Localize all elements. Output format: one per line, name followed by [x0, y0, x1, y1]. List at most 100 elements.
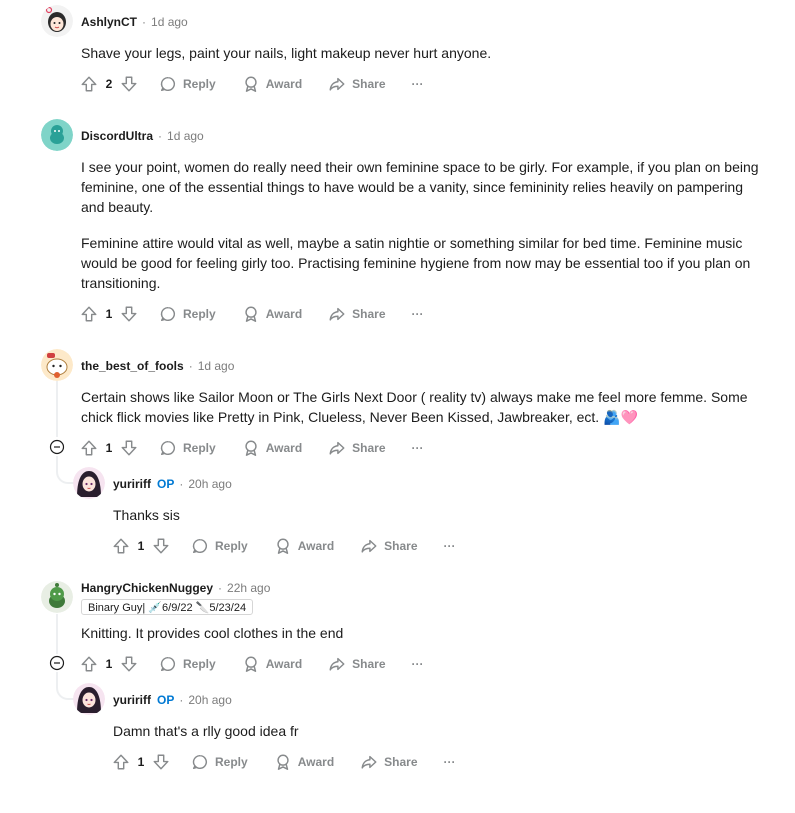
thread-line [56, 614, 58, 654]
reply-button[interactable]: Reply [191, 753, 248, 771]
collapse-thread-button[interactable] [49, 439, 65, 455]
reply-label: Reply [215, 755, 248, 769]
more-icon: ··· [443, 755, 456, 769]
comment-paragraph: Knitting. It provides cool clothes in th… [81, 625, 344, 641]
share-button[interactable]: Share [328, 655, 386, 673]
downvote-icon[interactable] [119, 74, 139, 94]
comment-paragraph: Thanks sis [113, 507, 180, 523]
reply-label: Reply [183, 441, 216, 455]
comment-paragraph: Shave your legs, paint your nails, light… [81, 45, 492, 61]
reply-label: Reply [183, 307, 216, 321]
timestamp[interactable]: 20h ago [188, 477, 231, 491]
downvote-icon[interactable] [151, 536, 171, 556]
share-icon [329, 307, 345, 321]
more-options-button[interactable]: ··· [412, 441, 424, 455]
downvote-icon[interactable] [119, 438, 139, 458]
avatar[interactable] [41, 5, 73, 37]
reply-button[interactable]: Reply [159, 439, 216, 457]
separator-dot: · [188, 359, 193, 373]
avatar[interactable] [41, 119, 73, 151]
more-options-button[interactable]: ··· [444, 755, 456, 769]
reply-button[interactable]: Reply [159, 305, 216, 323]
comment-body: Shave your legs, paint your nails, light… [81, 43, 761, 63]
share-label: Share [352, 657, 386, 671]
timestamp[interactable]: 22h ago [227, 581, 270, 595]
reply-button[interactable]: Reply [191, 537, 248, 555]
username[interactable]: yuririff [113, 693, 151, 707]
separator-dot: · [142, 15, 147, 29]
reply-label: Reply [183, 657, 216, 671]
more-options-button[interactable]: ··· [412, 657, 424, 671]
avatar[interactable] [41, 349, 73, 381]
comment-actions: 2 Reply Award Share ··· [79, 72, 424, 96]
share-icon [361, 539, 377, 553]
downvote-icon[interactable] [119, 304, 139, 324]
comment-paragraph: Certain shows like Sailor Moon or The Gi… [81, 389, 748, 425]
vote-count: 2 [105, 77, 113, 91]
award-button[interactable]: Award [242, 305, 302, 323]
award-button[interactable]: Award [274, 753, 334, 771]
award-label: Award [265, 657, 303, 671]
more-options-button[interactable]: ··· [412, 307, 424, 321]
username[interactable]: HangryChickenNuggey [81, 581, 213, 595]
comment-body: Damn that's a rlly good idea fr [113, 721, 753, 741]
comment-actions: 1 Reply Award Share ··· [111, 750, 456, 774]
username[interactable]: the_best_of_fools [81, 359, 184, 373]
avatar[interactable] [41, 581, 73, 613]
more-options-button[interactable]: ··· [444, 539, 456, 553]
reply-button[interactable]: Reply [159, 655, 216, 673]
award-button[interactable]: Award [242, 75, 302, 93]
reply-label: Reply [183, 77, 216, 91]
upvote-icon[interactable] [79, 304, 99, 324]
downvote-icon[interactable] [119, 654, 139, 674]
reply-icon [160, 76, 176, 92]
award-label: Award [265, 77, 303, 91]
downvote-icon[interactable] [151, 752, 171, 772]
avatar[interactable] [73, 683, 105, 715]
timestamp[interactable]: 20h ago [188, 693, 231, 707]
timestamp[interactable]: 1d ago [167, 129, 204, 143]
separator-dot: · [218, 581, 223, 595]
vote-count: 1 [105, 307, 113, 321]
reply-icon [160, 656, 176, 672]
upvote-icon[interactable] [111, 536, 131, 556]
share-button[interactable]: Share [328, 305, 386, 323]
upvote-icon[interactable] [79, 438, 99, 458]
reply-button[interactable]: Reply [159, 75, 216, 93]
more-icon: ··· [411, 77, 424, 91]
share-label: Share [384, 539, 418, 553]
upvote-icon[interactable] [79, 654, 99, 674]
comment-body: I see your point, women do really need t… [81, 157, 761, 293]
op-badge: OP [157, 477, 175, 491]
separator-dot: · [179, 693, 184, 707]
share-button[interactable]: Share [360, 537, 418, 555]
vote-count: 1 [137, 539, 145, 553]
op-badge: OP [157, 693, 175, 707]
upvote-icon[interactable] [79, 74, 99, 94]
vote-controls: 1 [79, 304, 139, 324]
username[interactable]: AshlynCT [81, 15, 137, 29]
avatar[interactable] [73, 467, 105, 499]
upvote-icon[interactable] [111, 752, 131, 772]
award-icon [245, 306, 257, 322]
more-options-button[interactable]: ··· [412, 77, 424, 91]
comment-actions: 1 Reply Award Share ··· [79, 436, 424, 460]
separator-dot: · [158, 129, 163, 143]
award-label: Award [265, 441, 303, 455]
username[interactable]: DiscordUltra [81, 129, 153, 143]
award-button[interactable]: Award [242, 655, 302, 673]
thread-connector [56, 672, 74, 700]
timestamp[interactable]: 1d ago [151, 15, 188, 29]
reply-icon [160, 306, 176, 322]
username[interactable]: yuririff [113, 477, 151, 491]
comment-paragraph: Damn that's a rlly good idea fr [113, 723, 299, 739]
share-button[interactable]: Share [328, 75, 386, 93]
timestamp[interactable]: 1d ago [198, 359, 235, 373]
award-button[interactable]: Award [242, 439, 302, 457]
share-button[interactable]: Share [360, 753, 418, 771]
award-button[interactable]: Award [274, 537, 334, 555]
collapse-thread-button[interactable] [49, 655, 65, 671]
award-icon [277, 538, 289, 554]
share-button[interactable]: Share [328, 439, 386, 457]
award-label: Award [297, 755, 335, 769]
